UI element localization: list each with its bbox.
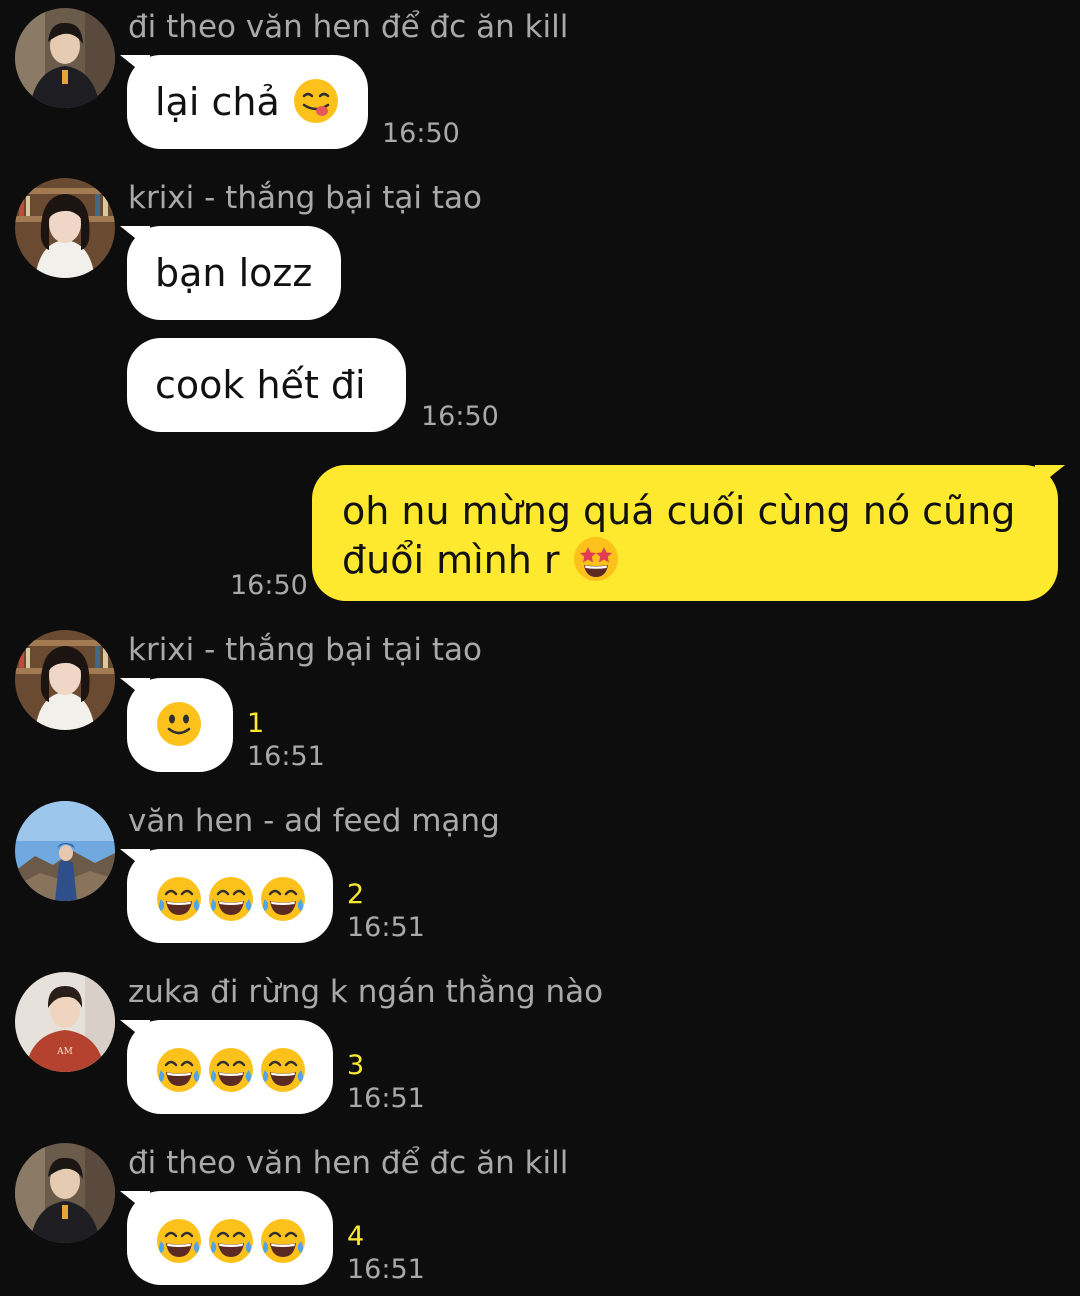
outgoing-message-bubble[interactable]: oh nu mừng quá cuối cùng nó cũng đuổi mì… [312, 465, 1058, 601]
message-bubble[interactable] [127, 678, 233, 772]
avatar-girl-bookshelf[interactable] [15, 630, 115, 730]
avatar-boy-red-hoodie[interactable]: AM [15, 972, 115, 1072]
read-count: 4 [347, 1221, 365, 1252]
avatar-boy-dark-jacket[interactable] [15, 1143, 115, 1243]
tears-of-joy-emoji [259, 1046, 307, 1094]
tears-of-joy-emoji [207, 1046, 255, 1094]
message-text-line-1: oh nu mừng quá cuối cùng nó cũng [342, 489, 1016, 533]
read-count: 3 [347, 1050, 365, 1081]
message-bubble[interactable] [127, 1020, 333, 1114]
message-timestamp: 16:51 [347, 1254, 425, 1285]
sender-name: văn hen - ad feed mạng [128, 803, 500, 839]
message-timestamp: 16:51 [247, 741, 325, 772]
avatar-boy-dark-jacket[interactable] [15, 8, 115, 108]
sender-name: krixi - thắng bại tại tao [128, 180, 483, 216]
message-timestamp: 16:51 [347, 1083, 425, 1114]
message-bubble[interactable]: bạn lozz [127, 226, 341, 320]
sender-name: krixi - thắng bại tại tao [128, 632, 483, 668]
tears-of-joy-emoji [207, 875, 255, 923]
avatar-mountain-blue-sky[interactable] [15, 801, 115, 901]
message-timestamp: 16:50 [421, 401, 499, 432]
svg-text:AM: AM [56, 1047, 73, 1057]
tears-of-joy-emoji [155, 1046, 203, 1094]
read-count: 2 [347, 879, 365, 910]
avatar-girl-bookshelf[interactable] [15, 178, 115, 278]
message-bubble[interactable]: cook hết đi [127, 338, 406, 432]
tears-of-joy-emoji [155, 875, 203, 923]
message-text-line-2: đuổi mình r [342, 538, 560, 582]
tears-of-joy-emoji [155, 1217, 203, 1265]
message-text: lại chả [155, 80, 280, 124]
tears-of-joy-emoji [207, 1217, 255, 1265]
sender-name: đi theo văn hen để đc ăn kill [128, 9, 569, 45]
tears-of-joy-emoji [259, 875, 307, 923]
read-count: 1 [247, 708, 265, 739]
face-savoring-food-emoji [292, 77, 340, 125]
sender-name: đi theo văn hen để đc ăn kill [128, 1145, 569, 1181]
tears-of-joy-emoji [259, 1217, 307, 1265]
message-text: cook hết đi [155, 363, 366, 407]
message-bubble[interactable]: lại chả [127, 55, 368, 149]
chat-screen: đi theo văn hen để đc ăn kill lại chả 16… [0, 0, 1080, 1296]
message-bubble[interactable] [127, 849, 333, 943]
star-struck-emoji [572, 535, 620, 583]
slightly-smiling-face-emoji [155, 700, 203, 748]
message-timestamp: 16:50 [230, 570, 308, 601]
message-timestamp: 16:50 [382, 118, 460, 149]
message-timestamp: 16:51 [347, 912, 425, 943]
message-bubble[interactable] [127, 1191, 333, 1285]
sender-name: zuka đi rừng k ngán thằng nào [128, 974, 604, 1010]
message-text: bạn lozz [155, 251, 313, 295]
